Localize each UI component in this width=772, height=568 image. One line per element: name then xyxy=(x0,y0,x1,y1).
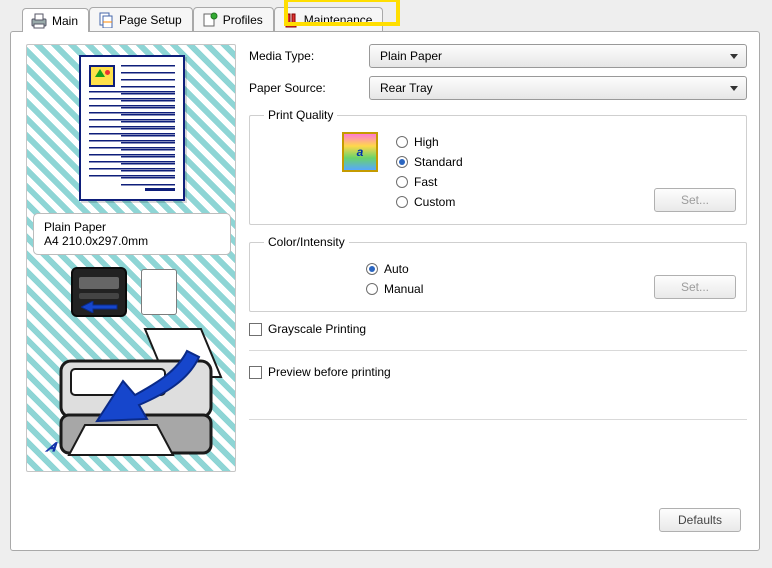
media-type-value: Plain Paper xyxy=(380,49,442,63)
defaults-button[interactable]: Defaults xyxy=(659,508,741,532)
printer-illustration: A xyxy=(27,323,235,471)
quality-set-button[interactable]: Set... xyxy=(654,188,736,212)
color-set-button[interactable]: Set... xyxy=(654,275,736,299)
radio-custom[interactable]: Custom xyxy=(396,195,463,209)
maintenance-icon xyxy=(283,12,299,28)
divider xyxy=(249,350,747,351)
checkbox-icon xyxy=(249,366,262,379)
color-intensity-legend: Color/Intensity xyxy=(264,235,349,249)
tab-main-label: Main xyxy=(52,14,78,28)
status-media: Plain Paper xyxy=(44,220,220,234)
tab-main[interactable]: Main xyxy=(22,8,89,32)
paper-source-value: Rear Tray xyxy=(380,81,433,95)
cassette-icon xyxy=(71,267,127,317)
status-size: A4 210.0x297.0mm xyxy=(44,234,220,248)
tabstrip: Main Page Setup Profiles Maintenance xyxy=(10,5,762,31)
cassette-row xyxy=(71,267,177,317)
tab-profiles[interactable]: Profiles xyxy=(193,7,274,31)
radio-auto[interactable]: Auto xyxy=(366,262,423,276)
tab-page-setup-label: Page Setup xyxy=(119,13,182,27)
tab-page-setup[interactable]: Page Setup xyxy=(89,7,193,31)
paper-source-label: Paper Source: xyxy=(249,81,369,95)
printer-icon xyxy=(31,13,47,29)
print-quality-group: Print Quality a High Standard Fast Custo… xyxy=(249,108,747,225)
chevron-down-icon xyxy=(730,86,738,91)
media-type-label: Media Type: xyxy=(249,49,369,63)
tab-maintenance-label: Maintenance xyxy=(304,13,373,27)
photo-icon xyxy=(89,65,115,87)
quality-sample-icon: a xyxy=(342,132,378,172)
main-panel: Plain Paper A4 210.0x297.0mm xyxy=(10,31,760,551)
underline-icon xyxy=(145,188,175,191)
radio-standard[interactable]: Standard xyxy=(396,155,463,169)
preview-checkbox[interactable]: Preview before printing xyxy=(249,365,747,379)
svg-text:A: A xyxy=(45,440,61,454)
grayscale-checkbox[interactable]: Grayscale Printing xyxy=(249,322,747,336)
paper-source-dropdown[interactable]: Rear Tray xyxy=(369,76,747,100)
color-intensity-group: Color/Intensity Auto Manual Set... xyxy=(249,235,747,312)
radio-fast[interactable]: Fast xyxy=(396,175,463,189)
radio-manual[interactable]: Manual xyxy=(366,282,423,296)
print-quality-legend: Print Quality xyxy=(264,108,337,122)
page-preview xyxy=(79,55,185,201)
radio-high[interactable]: High xyxy=(396,135,463,149)
paper-status: Plain Paper A4 210.0x297.0mm xyxy=(33,213,231,255)
page-setup-icon xyxy=(98,12,114,28)
media-type-dropdown[interactable]: Plain Paper xyxy=(369,44,747,68)
blank-page-icon xyxy=(141,269,177,315)
chevron-down-icon xyxy=(730,54,738,59)
checkbox-icon xyxy=(249,323,262,336)
tab-maintenance[interactable]: Maintenance xyxy=(274,7,384,31)
divider xyxy=(249,419,747,420)
text-lines-full-icon xyxy=(89,91,175,179)
tab-profiles-label: Profiles xyxy=(223,13,263,27)
profiles-icon xyxy=(202,12,218,28)
left-preview-area: Plain Paper A4 210.0x297.0mm xyxy=(26,44,236,472)
